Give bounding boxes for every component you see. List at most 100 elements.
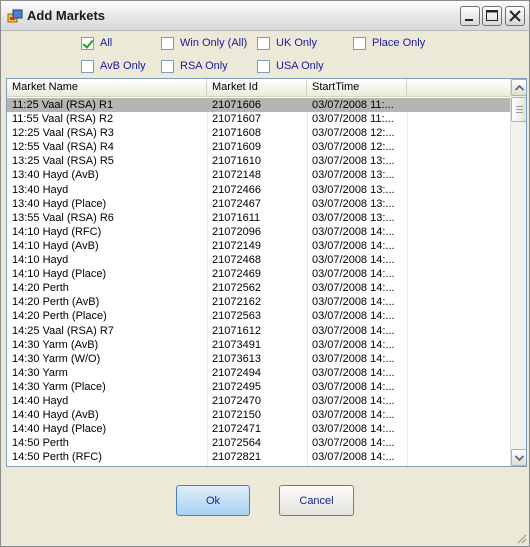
list-item[interactable]: 14:50 Perth (RFC) 21072821 03/07/2008 14:.… <box>7 450 510 464</box>
market-name-cell: 12:55 Vaal (RSA) R4 <box>12 141 114 154</box>
market-id-cell: 21071607 <box>212 113 261 126</box>
market-name-cell: 14:10 Hayd <box>12 254 69 267</box>
list-item[interactable]: 12:25 Vaal (RSA) R3 21071608 03/07/2008 12… <box>7 126 510 140</box>
list-item[interactable]: 13:40 Hayd (AvB) 21072148 03/07/2008 13:..… <box>7 168 510 182</box>
market-id-cell: 21072495 <box>212 380 261 393</box>
market-id-cell: 21072150 <box>212 409 261 422</box>
ok-button[interactable]: Ok <box>176 485 250 516</box>
filter-uk-only-checkbox[interactable]: UK Only <box>257 35 317 51</box>
start-time-cell: 03/07/2008 14:... <box>312 310 395 323</box>
maximize-button[interactable] <box>482 6 502 26</box>
filter-label: UK Only <box>276 37 317 49</box>
filter-avb-only-checkbox[interactable]: AvB Only <box>81 58 146 74</box>
market-id-cell: 21073491 <box>212 338 261 351</box>
list-item[interactable]: 14:40 Hayd (AvB) 21072150 03/07/2008 14:..… <box>7 408 510 422</box>
list-item[interactable]: 14:40 Hayd (Place) 21072471 03/07/2008 14:… <box>7 422 510 436</box>
market-id-cell: 21071609 <box>212 141 261 154</box>
list-item[interactable]: 13:40 Hayd (Place) 21072467 03/07/2008 13:… <box>7 197 510 211</box>
list-item[interactable]: 14:30 Yarm (Place) 21072495 03/07/2008 14:… <box>7 380 510 394</box>
scroll-up-button[interactable] <box>511 79 526 96</box>
checkbox-box[interactable] <box>161 59 174 73</box>
market-name-cell: 14:40 Hayd (AvB) <box>12 409 99 422</box>
market-id-cell: 21072563 <box>212 310 261 323</box>
list-item[interactable]: 14:10 Hayd 21072468 03/07/2008 14:... <box>7 253 510 267</box>
scroll-down-button[interactable] <box>511 449 526 466</box>
close-icon <box>509 10 521 22</box>
market-id-cell: 21072149 <box>212 239 261 252</box>
checkbox-box[interactable] <box>257 59 270 73</box>
list-item[interactable]: 11:55 Vaal (RSA) R2 21071607 03/07/2008 11… <box>7 112 510 126</box>
list-item[interactable]: 14:40 Hayd 21072470 03/07/2008 14:... <box>7 394 510 408</box>
filter-label: Win Only (All) <box>180 37 248 49</box>
column-header-market-name[interactable]: Market Name <box>7 79 207 97</box>
market-id-cell: 21072096 <box>212 225 261 238</box>
start-time-cell: 03/07/2008 14:... <box>312 296 395 309</box>
list-item[interactable]: 14:20 Perth 21072562 03/07/2008 14:... <box>7 281 510 295</box>
list-item[interactable]: 12:55 Vaal (RSA) R4 21071609 03/07/2008 12… <box>7 140 510 154</box>
list-item[interactable]: 13:55 Vaal (RSA) R6 21071611 03/07/2008 13… <box>7 211 510 225</box>
market-name-cell: 13:40 Hayd (Place) <box>12 197 107 210</box>
filter-label: RSA Only <box>180 60 228 72</box>
filter-label: USA Only <box>276 60 324 72</box>
list-item[interactable]: 14:30 Yarm (W/O) 21073613 03/07/2008 14:..… <box>7 352 510 366</box>
filter-label: AvB Only <box>100 60 146 72</box>
title-bar[interactable]: Add Markets <box>1 1 529 31</box>
market-id-cell: 21073613 <box>212 352 261 365</box>
list-item[interactable]: 14:10 Hayd (AvB) 21072149 03/07/2008 14:..… <box>7 239 510 253</box>
minimize-button[interactable] <box>460 6 480 26</box>
filter-win-only-checkbox[interactable]: Win Only (All) <box>161 35 247 51</box>
market-name-cell: 11:25 Vaal (RSA) R1 <box>12 99 114 111</box>
scroll-thumb[interactable] <box>511 97 526 122</box>
start-time-cell: 03/07/2008 14:... <box>312 338 395 351</box>
list-item[interactable]: 14:30 Yarm (AvB) 21073491 03/07/2008 14:..… <box>7 338 510 352</box>
filter-all-checkbox[interactable]: All <box>81 35 112 51</box>
list-rows: 11:25 Vaal (RSA) R1 21071606 03/07/2008 11… <box>7 98 510 464</box>
start-time-cell: 03/07/2008 11:... <box>312 99 394 111</box>
list-item[interactable]: 14:30 Yarm 21072494 03/07/2008 14:... <box>7 366 510 380</box>
start-time-cell: 03/07/2008 14:... <box>312 254 395 267</box>
market-name-cell: 14:40 Hayd <box>12 394 69 407</box>
list-item[interactable]: 13:25 Vaal (RSA) R5 21071610 03/07/2008 13… <box>7 154 510 168</box>
market-id-cell: 21072562 <box>212 282 261 295</box>
market-name-cell: 14:10 Hayd (RFC) <box>12 225 102 238</box>
market-id-cell: 21072494 <box>212 366 261 379</box>
market-name-cell: 14:20 Perth (AvB) <box>12 296 100 309</box>
filter-rsa-only-checkbox[interactable]: RSA Only <box>161 58 228 74</box>
filter-label: Place Only <box>372 37 426 49</box>
start-time-cell: 03/07/2008 14:... <box>312 268 395 281</box>
resize-grip-icon[interactable] <box>515 532 527 544</box>
minimize-icon <box>465 19 473 21</box>
market-name-cell: 14:50 Perth <box>12 437 69 450</box>
cancel-button[interactable]: Cancel <box>279 485 354 516</box>
column-header-market-id[interactable]: Market Id <box>207 79 307 97</box>
checkbox-box[interactable] <box>161 36 174 50</box>
list-item[interactable]: 14:10 Hayd (RFC) 21072096 03/07/2008 14:..… <box>7 225 510 239</box>
start-time-cell: 03/07/2008 14:... <box>312 239 395 252</box>
market-name-cell: 13:40 Hayd <box>12 183 69 196</box>
filter-usa-only-checkbox[interactable]: USA Only <box>257 58 324 74</box>
grip-line <box>516 109 523 110</box>
list-item[interactable]: 11:25 Vaal (RSA) R1 21071606 03/07/2008 11… <box>7 98 510 113</box>
market-id-cell: 21072821 <box>212 451 261 464</box>
market-name-cell: 12:25 Vaal (RSA) R3 <box>12 127 114 140</box>
market-name-cell: 14:40 Hayd (Place) <box>12 423 107 436</box>
markets-list-view[interactable]: Market Name Market Id StartTime 11:25 Va… <box>6 78 527 467</box>
market-name-cell: 14:10 Hayd (AvB) <box>12 239 99 252</box>
market-name-cell: 14:30 Yarm (Place) <box>12 380 106 393</box>
vertical-scrollbar[interactable] <box>510 79 526 466</box>
market-id-cell: 21071611 <box>212 211 261 224</box>
checkbox-box[interactable] <box>353 36 366 50</box>
list-item[interactable]: 14:25 Vaal (RSA) R7 21071612 03/07/2008 14… <box>7 324 510 338</box>
column-header-start-time[interactable]: StartTime <box>307 79 407 97</box>
list-item[interactable]: 14:10 Hayd (Place) 21072469 03/07/2008 14:… <box>7 267 510 281</box>
checkbox-box[interactable] <box>81 36 94 50</box>
close-button[interactable] <box>505 6 525 26</box>
checkbox-box[interactable] <box>81 59 94 73</box>
filter-place-only-checkbox[interactable]: Place Only <box>353 35 425 51</box>
list-item[interactable]: 14:20 Perth (Place) 21072563 03/07/2008 14… <box>7 309 510 323</box>
market-id-cell: 21072162 <box>212 296 261 309</box>
list-item[interactable]: 13:40 Hayd 21072466 03/07/2008 13:... <box>7 183 510 197</box>
checkbox-box[interactable] <box>257 36 270 50</box>
list-item[interactable]: 14:20 Perth (AvB) 21072162 03/07/2008 14:.… <box>7 295 510 309</box>
list-item[interactable]: 14:50 Perth 21072564 03/07/2008 14:... <box>7 436 510 450</box>
